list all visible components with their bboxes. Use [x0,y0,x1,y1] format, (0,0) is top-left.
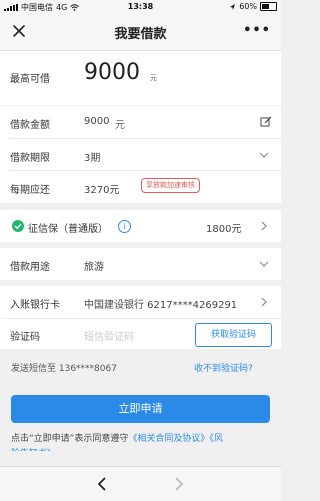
bank-value: 中国建设银行 6217****4269291 [84,300,238,311]
insurance-value: 1800元 [206,224,242,235]
status-bar: 中国电信 4G 13:38 60% [0,0,281,14]
purpose-value: 旅游 [84,262,104,273]
back-arrow-icon[interactable] [96,476,108,492]
forward-arrow-icon[interactable] [173,476,185,492]
max-loan-card: 最高可借 9000 元 [0,51,281,105]
page-title: 我要借款 [114,27,167,42]
max-loan-unit: 元 [150,74,157,82]
loan-term-label: 借款期限 [10,153,50,164]
insurance-row[interactable]: 征信保（普通版） i 1800元 [0,210,281,242]
browser-bottom-bar [0,466,281,501]
risk-link-continued[interactable]: 险告知书》 [11,447,56,451]
contract-link[interactable]: 《相关合同及协议》 [128,434,209,444]
info-icon[interactable]: i [118,220,131,233]
battery-icon [260,2,277,11]
navigation-bar: 我要借款 ••• [0,14,281,51]
bank-label: 入账银行卡 [10,300,60,311]
loan-amount-unit: 元 [115,120,125,131]
loan-term-row[interactable]: 借款期限 3期 [0,139,281,170]
battery-label: 60% [239,2,257,11]
not-received-link[interactable]: 收不到验证码? [194,361,253,374]
bank-row[interactable]: 入账银行卡 中国建设银行 6217****4269291 [0,286,281,318]
chevron-right-icon[interactable] [259,297,269,307]
repayment-value: 3270元 [84,185,120,196]
more-menu-icon[interactable]: ••• [243,23,271,38]
risk-link[interactable]: 《风 [209,434,223,444]
repayment-label: 每期应还 [10,185,50,196]
purpose-label: 借款用途 [10,262,50,273]
location-icon [230,3,236,10]
get-code-button[interactable]: 获取验证码 [195,323,272,347]
loan-term-value: 3期 [84,153,101,164]
edit-icon[interactable] [260,116,272,128]
insurance-label: 征信保（普通版） [28,224,108,235]
agreement-prefix: 点击“立即申请”表示同意遵守 [11,434,129,444]
verify-label: 验证码 [10,332,40,343]
submit-button[interactable]: 立即申请 [11,395,270,423]
max-loan-label: 最高可借 [10,74,50,85]
loan-amount-row[interactable]: 借款金额 9000 元 [0,106,281,138]
chevron-down-icon[interactable] [259,259,269,269]
chevron-right-icon[interactable] [259,221,269,231]
loan-amount-value[interactable]: 9000 [84,116,109,127]
status-right: 60% [229,2,277,11]
speedup-badge: 享放款加速审核 [141,178,200,193]
sms-sent-text: 发送短信至 136****8067 [11,364,117,374]
verify-code-input[interactable]: 短信验证码 [84,328,134,343]
loan-amount-label: 借款金额 [10,120,50,131]
chevron-down-icon[interactable] [259,150,269,160]
purpose-row[interactable]: 借款用途 旅游 [0,248,281,280]
agreement-text: 点击“立即申请”表示同意遵守《相关合同及协议》《风 [11,432,273,447]
check-circle-icon[interactable] [12,220,24,232]
max-loan-amount: 9000 [84,60,140,85]
